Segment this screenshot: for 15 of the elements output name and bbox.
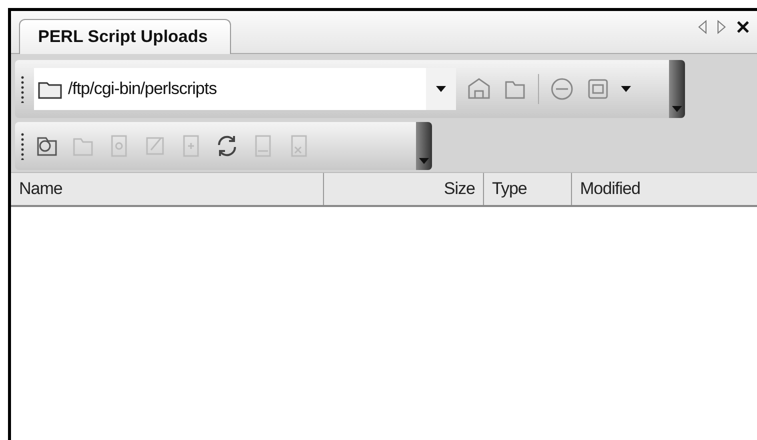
path-field[interactable]: /ftp/cgi-bin/perlscripts	[34, 68, 456, 110]
column-header[interactable]: Name	[11, 173, 324, 205]
scroll-left-icon[interactable]	[698, 20, 707, 34]
close-icon[interactable]	[736, 20, 750, 34]
scroll-right-icon[interactable]	[717, 20, 726, 34]
column-header[interactable]: Type	[484, 173, 572, 205]
toolbar-options-icon[interactable]	[672, 106, 682, 112]
caret-icon[interactable]	[621, 86, 631, 92]
column-header[interactable]: Modified	[572, 173, 757, 205]
dropdown-caret-icon[interactable]	[436, 86, 446, 92]
stop-icon[interactable]	[549, 76, 575, 102]
toolbar-options-icon[interactable]	[419, 158, 429, 164]
home-folder-icon[interactable]	[466, 76, 492, 102]
column-header[interactable]: Size	[324, 173, 484, 205]
panel-tab[interactable]: PERL Script Uploads	[19, 19, 231, 54]
